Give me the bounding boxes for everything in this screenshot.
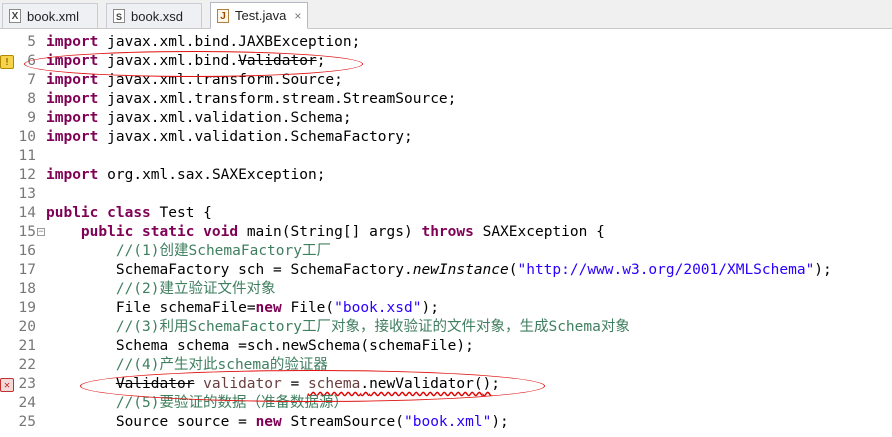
- tab-label: Test.java: [235, 8, 287, 23]
- code-line[interactable]: Source source = new StreamSource("book.x…: [46, 413, 509, 432]
- line-number: 22: [18, 357, 36, 373]
- code-line[interactable]: //(5)要验证的数据（准备数据源）: [46, 394, 348, 413]
- line-number: 7: [27, 72, 36, 88]
- editor-tab-bar: X book.xml S book.xsd J Test.java ×: [0, 0, 892, 29]
- line-number: 23: [18, 376, 36, 392]
- line-number: 6: [27, 53, 36, 69]
- code-editor[interactable]: import javax.xml.bind.JAXBException; impo…: [46, 29, 892, 437]
- line-number: 9: [27, 110, 36, 126]
- tab-label: book.xml: [27, 8, 80, 24]
- line-number: 16: [18, 243, 36, 259]
- code-line[interactable]: //(3)利用SchemaFactory工厂对象，接收验证的文件对象，生成Sch…: [46, 318, 630, 337]
- code-line[interactable]: import javax.xml.validation.Schema;: [46, 109, 352, 128]
- xsd-file-icon: S: [113, 9, 125, 23]
- code-line[interactable]: public static void main(String[] args) t…: [46, 223, 605, 242]
- code-line[interactable]: import javax.xml.transform.Source;: [46, 71, 343, 90]
- code-line[interactable]: import javax.xml.bind.Validator;: [46, 52, 325, 71]
- line-number: 12: [18, 167, 36, 183]
- code-line[interactable]: import javax.xml.bind.JAXBException;: [46, 33, 360, 52]
- line-number: 5: [27, 34, 36, 50]
- code-line[interactable]: Schema schema =sch.newSchema(schemaFile)…: [46, 337, 474, 356]
- code-line[interactable]: File schemaFile=new File("book.xsd");: [46, 299, 439, 318]
- line-number: 14: [18, 205, 36, 221]
- code-line[interactable]: //(2)建立验证文件对象: [46, 280, 276, 299]
- line-number: 10: [18, 129, 36, 145]
- code-line[interactable]: import javax.xml.transform.stream.Stream…: [46, 90, 456, 109]
- tab-book-xml[interactable]: X book.xml: [2, 3, 98, 28]
- xml-file-icon: X: [9, 9, 21, 23]
- line-number: 19: [18, 300, 36, 316]
- code-line[interactable]: public class Test {: [46, 204, 212, 223]
- java-file-icon: J: [217, 8, 229, 23]
- code-line[interactable]: SchemaFactory sch = SchemaFactory.newIns…: [46, 261, 832, 280]
- annotation-ruler: ! ✕: [0, 29, 14, 437]
- line-number: 15: [18, 224, 36, 240]
- code-line[interactable]: import org.xml.sax.SAXException;: [46, 166, 325, 185]
- tab-label: book.xsd: [131, 8, 184, 24]
- tab-test-java[interactable]: J Test.java ×: [210, 2, 308, 29]
- line-number: 13: [18, 186, 36, 202]
- code-line[interactable]: Validator validator = schema.newValidato…: [46, 375, 500, 394]
- tab-book-xsd[interactable]: S book.xsd: [106, 3, 202, 28]
- line-number-gutter: 5 6 7 8 9 10 11 12 13 14 15−16 17 18 19 20 21 22 23 24 25: [12, 29, 45, 437]
- line-number: 25: [18, 414, 36, 430]
- code-line[interactable]: //(1)创建SchemaFactory工厂: [46, 242, 331, 261]
- line-number: 20: [18, 319, 36, 335]
- line-number: 21: [18, 338, 36, 354]
- line-number: 8: [27, 91, 36, 107]
- close-icon[interactable]: ×: [294, 9, 301, 23]
- code-line[interactable]: //(4)产生对此schema的验证器: [46, 356, 328, 375]
- code-line[interactable]: import javax.xml.validation.SchemaFactor…: [46, 128, 413, 147]
- line-number: 18: [18, 281, 36, 297]
- line-number: 17: [18, 262, 36, 278]
- fold-collapse-icon[interactable]: −: [37, 228, 45, 237]
- line-number: 11: [18, 148, 36, 164]
- line-number: 24: [18, 395, 36, 411]
